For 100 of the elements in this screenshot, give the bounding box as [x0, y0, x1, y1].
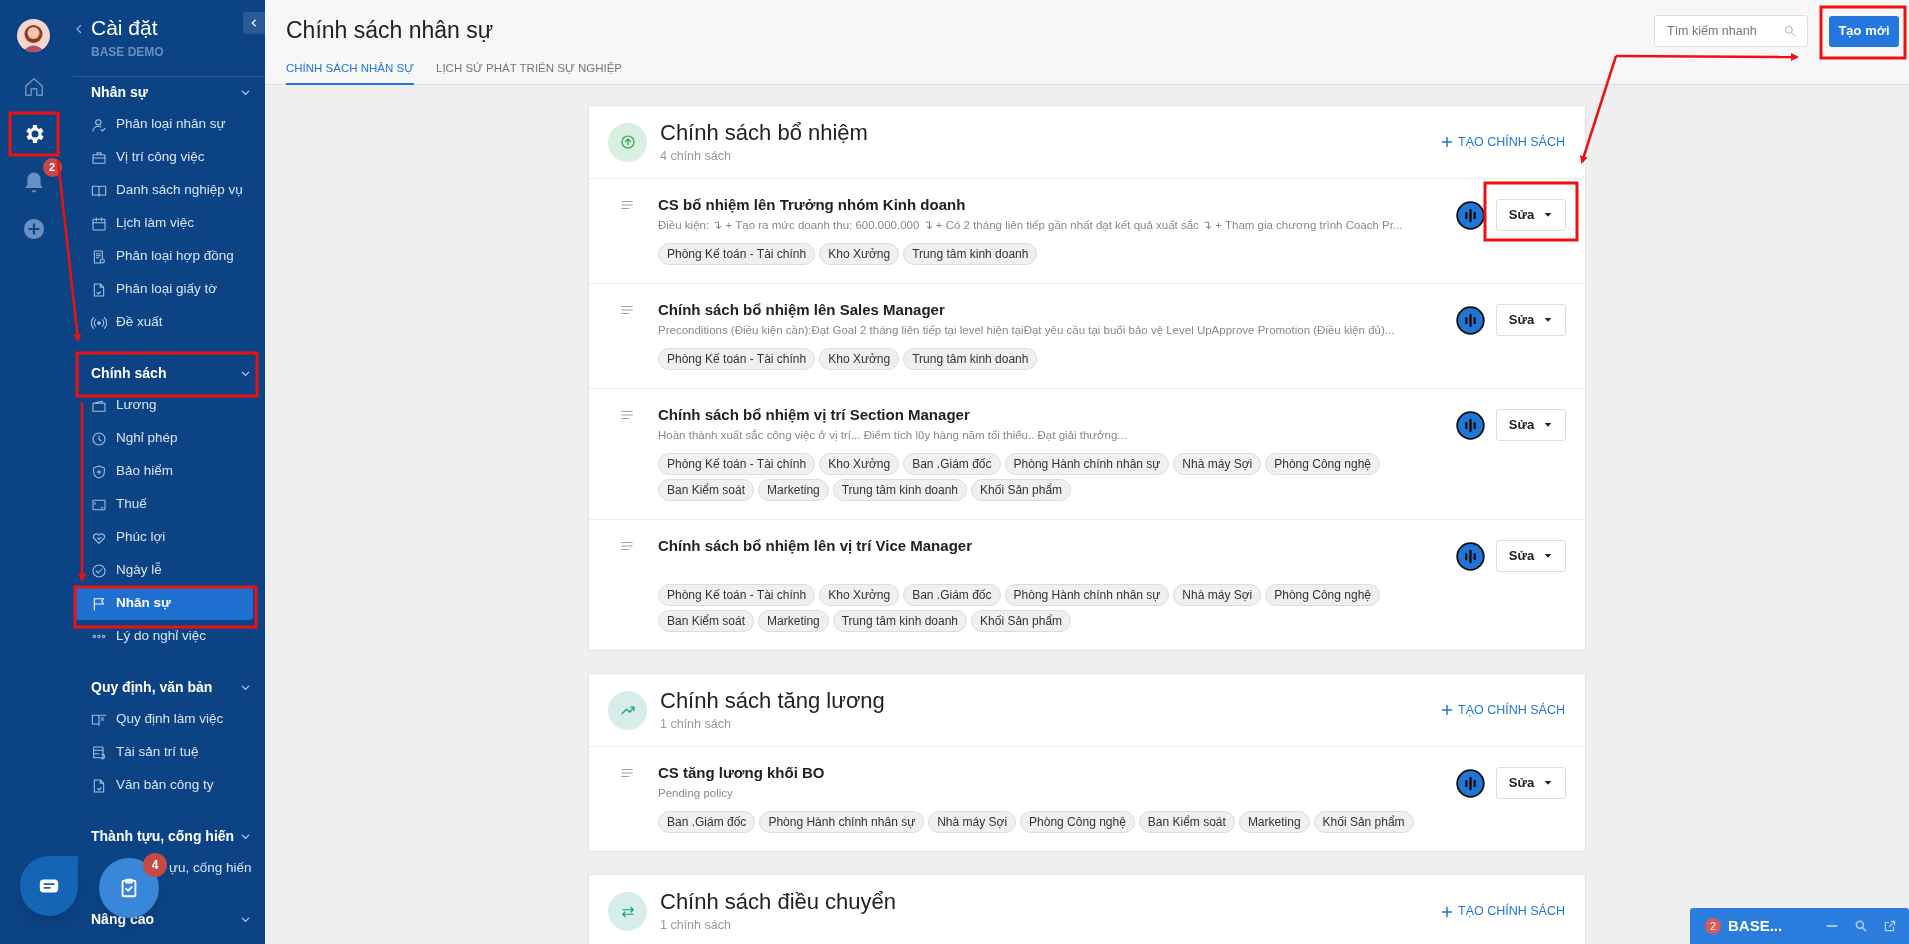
section-header[interactable]: Nhân sự — [73, 80, 253, 104]
policy-title: CS tăng lương khối BO — [658, 763, 826, 783]
highlight-frame — [8, 111, 60, 157]
create-policy-link[interactable]: TẠO CHÍNH SÁCH — [1441, 902, 1565, 921]
sidebar-item[interactable]: Phân loại hợp đồng — [73, 240, 253, 273]
sidebar-item[interactable]: Quy định làm việc — [73, 703, 253, 736]
sound-wave-icon — [1456, 411, 1485, 440]
sidebar-item[interactable]: Bảo hiểm — [73, 455, 253, 488]
drag-handle-icon[interactable] — [620, 766, 634, 780]
sidebar-item[interactable]: Phân loại giấy tờ — [73, 273, 253, 306]
tab[interactable]: CHÍNH SÁCH NHÂN SỰ — [286, 54, 415, 85]
sidebar-item[interactable]: Lịch làm việc — [73, 207, 253, 240]
department-tag: Nhà máy Sợi — [1173, 584, 1262, 606]
department-tag: Marketing — [1238, 811, 1310, 833]
policy-description: Pending policy — [658, 786, 733, 801]
clock-icon — [91, 430, 107, 447]
policy-description: Điều kiện: ↴ + Tạo ra mức doanh thu: 600.000.000 ↴ + Có 2 tháng liên tiếp gần nhất đạt kết quả xuất sắc ↴ + Tham gia chương trình Coach Pr... — [658, 218, 1403, 233]
group-title: Chính sách tăng lương — [660, 686, 886, 714]
sidebar-item[interactable]: Lý do nghỉ việc — [73, 620, 253, 653]
department-tag: Nhà máy Sợi — [1173, 453, 1262, 475]
sidebar-item[interactable]: Ngày lễ — [73, 554, 253, 587]
drag-handle-icon[interactable] — [620, 408, 634, 422]
department-tag: Nhà máy Sợi — [928, 811, 1017, 833]
sidebar-item[interactable]: Đề xuất — [73, 306, 253, 339]
department-tag: Phòng Công nghệ — [1020, 811, 1135, 833]
department-tag: Phòng Hành chính nhân sự — [1004, 584, 1170, 606]
search-icon — [1783, 24, 1797, 38]
section-header[interactable]: Nâng cao — [73, 907, 253, 931]
user-check-icon — [91, 116, 107, 133]
sidebar-item[interactable]: Nghỉ phép — [73, 422, 253, 455]
department-tag: Phòng Kế toán - Tài chính — [658, 243, 816, 265]
department-tag: Phòng Kế toán - Tài chính — [658, 348, 816, 370]
home-icon[interactable] — [22, 76, 45, 98]
collapse-button[interactable] — [243, 12, 265, 34]
edit-button[interactable]: Sửa — [1496, 199, 1566, 231]
unread-badge: 2 — [1705, 918, 1721, 934]
create-button[interactable]: Tạo mới — [1829, 15, 1899, 47]
drag-handle-icon[interactable] — [620, 303, 634, 317]
department-tag: Trung tâm kinh doanh — [903, 243, 1038, 265]
create-policy-link[interactable]: TẠO CHÍNH SÁCH — [1441, 700, 1565, 720]
panel-subtitle: BASE DEMO — [91, 44, 164, 61]
chevron-left-icon — [249, 18, 259, 28]
page-title: Chính sách nhân sự — [286, 16, 495, 45]
department-tag: Phòng Công nghệ — [1265, 584, 1380, 606]
policy-title: Chính sách bổ nhiệm vị trí Section Manager — [658, 405, 971, 425]
sidebar-item[interactable]: Thuế — [73, 488, 253, 521]
edit-button[interactable]: Sửa — [1496, 540, 1566, 572]
sound-wave-icon — [1456, 769, 1485, 798]
drag-handle-icon[interactable] — [620, 539, 634, 553]
sound-wave-icon — [1456, 201, 1485, 230]
add-icon[interactable] — [22, 218, 45, 240]
department-tag: Ban .Giám đốc — [658, 811, 756, 833]
sidebar-item[interactable]: Nhân sự — [75, 587, 253, 620]
sidebar-item[interactable]: Phúc lợi — [73, 521, 253, 554]
section-header[interactable]: Chính sách — [73, 361, 253, 385]
plus-icon — [1441, 704, 1454, 716]
avatar[interactable] — [17, 19, 50, 52]
sidebar-item[interactable]: Tài sản trí tuệ — [73, 736, 253, 769]
policy-count: 1 chính sách — [660, 715, 732, 733]
department-tag: Phòng Kế toán - Tài chính — [658, 584, 816, 606]
sidebar-item[interactable]: Phân loại nhân sự — [73, 108, 253, 141]
department-tag: Ban .Giám đốc — [903, 453, 1001, 475]
sidebar-item[interactable]: Danh sách nghiệp vụ — [73, 174, 253, 207]
department-tag: Khối Sản phẩm — [1313, 811, 1414, 833]
search-field[interactable]: Tìm kiếm nhanh — [1654, 15, 1808, 47]
search-icon[interactable] — [1854, 919, 1868, 933]
chat-title: BASE... — [1728, 915, 1784, 936]
department-tag: Phòng Công nghệ — [1265, 453, 1380, 475]
section-header[interactable]: Quy định, văn bản — [73, 675, 253, 699]
sound-wave-icon — [1456, 306, 1485, 335]
department-tag: Khối Sản phẩm — [971, 479, 1072, 501]
edit-button[interactable]: Sửa — [1496, 304, 1566, 336]
department-tag: Ban Kiểm soát — [1138, 811, 1235, 833]
notifications-button[interactable] — [24, 172, 43, 193]
department-tag: Phòng Hành chính nhân sự — [759, 811, 925, 833]
flag-icon — [91, 595, 107, 612]
edit-button[interactable]: Sửa — [1496, 409, 1566, 441]
department-tag: Ban Kiểm soát — [658, 479, 755, 501]
department-tag: Phòng Hành chính nhân sự — [1004, 453, 1170, 475]
policy-count: 1 chính sách — [660, 917, 732, 935]
create-policy-link[interactable]: TẠO CHÍNH SÁCH — [1441, 132, 1565, 152]
chat-bar[interactable]: 2 BASE... — [1690, 908, 1909, 944]
calendar-icon — [91, 215, 107, 232]
edit-button[interactable]: Sửa — [1496, 767, 1566, 799]
tab[interactable]: LỊCH SỬ PHÁT TRIỂN SỰ NGHIỆP — [436, 54, 623, 85]
sidebar-item[interactable]: Văn bản công ty — [73, 769, 253, 802]
plus-icon — [1441, 905, 1454, 918]
drag-handle-icon[interactable] — [620, 198, 634, 212]
sidebar-item[interactable]: Lương — [73, 389, 253, 422]
section-header[interactable]: Thành tựu, cống hiến — [73, 824, 253, 848]
department-tag: Trung tâm kinh doanh — [832, 610, 968, 632]
department-tag: Ban Kiểm soát — [658, 610, 755, 632]
group-title: Chính sách điều chuyển — [660, 888, 898, 916]
dots-icon — [91, 634, 107, 639]
panel-title: Cài đặt — [91, 15, 159, 41]
department-tag: Trung tâm kinh doanh — [832, 479, 968, 501]
shield-icon — [91, 463, 107, 480]
sidebar-item[interactable]: Vị trí công việc — [73, 141, 253, 174]
external-link-icon[interactable] — [1883, 919, 1897, 933]
contract-icon — [91, 248, 107, 265]
